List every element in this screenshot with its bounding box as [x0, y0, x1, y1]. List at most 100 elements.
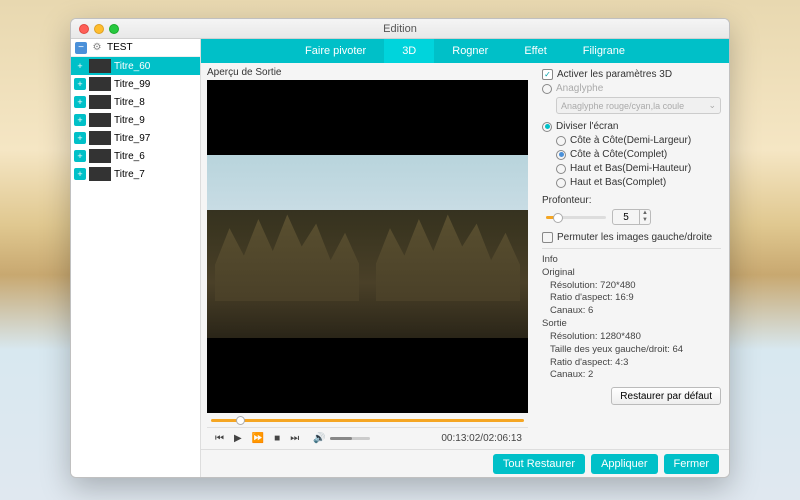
next-icon[interactable]: ⏭: [288, 433, 301, 444]
close-window-icon[interactable]: [79, 24, 89, 34]
volume-icon[interactable]: 🔊: [313, 433, 325, 444]
zoom-window-icon[interactable]: [109, 24, 119, 34]
stepper-up-icon[interactable]: ▲: [640, 210, 650, 217]
sidebar-item-titre-7[interactable]: + Titre_7: [71, 165, 200, 183]
tab-3d[interactable]: 3D: [384, 39, 434, 63]
sidebar-item-titre-9[interactable]: + Titre_9: [71, 111, 200, 129]
sidebar-list: + Titre_60 + Titre_99 + Titre_8 +: [71, 57, 200, 477]
sidebar-item-label: Titre_9: [114, 115, 145, 126]
anaglyph-label: Anaglyphe: [556, 83, 603, 94]
time-display: 00:13:02/02:06:13: [441, 433, 522, 444]
sidebar-item-titre-97[interactable]: + Titre_97: [71, 129, 200, 147]
sidebar-item-label: Titre_8: [114, 97, 145, 108]
thumbnail-icon: [89, 131, 111, 145]
thumbnail-icon: [89, 59, 111, 73]
sidebar-item-titre-8[interactable]: + Titre_8: [71, 93, 200, 111]
info-header: Info: [542, 254, 721, 267]
volume-slider[interactable]: [330, 437, 370, 440]
settings-pane: ✓ Activer les paramètres 3D Anaglyphe An…: [534, 63, 729, 449]
preview-pane: Aperçu de Sortie ⏮ ▶ ⏩ ■: [201, 63, 534, 449]
output-aspect: Ratio d'aspect: 4:3: [542, 357, 721, 370]
tb-half-radio[interactable]: [556, 164, 566, 174]
playhead-slider[interactable]: [207, 413, 528, 427]
original-header: Original: [542, 267, 721, 280]
plus-icon[interactable]: +: [74, 114, 86, 126]
output-resolution: Résolution: 1280*480: [542, 331, 721, 344]
plus-icon[interactable]: +: [74, 96, 86, 108]
edition-window: Edition − ⚙ TEST + Titre_60 + Titre_99: [70, 18, 730, 478]
tab-watermark[interactable]: Filigrane: [565, 39, 643, 63]
restore-default-button[interactable]: Restaurer par défaut: [611, 387, 721, 405]
sidebar: − ⚙ TEST + Titre_60 + Titre_99 +: [71, 39, 201, 477]
tab-rotate[interactable]: Faire pivoter: [287, 39, 384, 63]
plus-icon[interactable]: +: [74, 168, 86, 180]
restore-all-button[interactable]: Tout Restaurer: [493, 454, 585, 474]
sidebar-item-label: Titre_60: [114, 61, 150, 72]
sidebar-header-label: TEST: [107, 42, 133, 53]
depth-label: Profonteur:: [542, 195, 721, 206]
tb-full-label: Haut et Bas(Complet): [570, 177, 666, 188]
sidebar-item-label: Titre_6: [114, 151, 145, 162]
output-channels: Canaux: 2: [542, 369, 721, 382]
swap-lr-label: Permuter les images gauche/droite: [557, 232, 712, 243]
gear-icon[interactable]: ⚙: [91, 42, 103, 54]
thumbnail-icon: [89, 167, 111, 181]
window-title: Edition: [383, 23, 417, 35]
fastfwd-icon[interactable]: ⏩: [250, 433, 266, 444]
collapse-icon[interactable]: −: [75, 42, 87, 54]
enable-3d-label: Activer les paramètres 3D: [557, 69, 672, 80]
depth-stepper[interactable]: ▲ ▼: [612, 209, 651, 225]
video-left-eye: [207, 155, 368, 338]
original-aspect: Ratio d'aspect: 16:9: [542, 292, 721, 305]
sidebar-item-titre-6[interactable]: + Titre_6: [71, 147, 200, 165]
chevron-down-icon: ⌄: [708, 100, 716, 111]
stepper-down-icon[interactable]: ▼: [640, 217, 650, 224]
apply-button[interactable]: Appliquer: [591, 454, 657, 474]
anaglyph-dropdown-value: Anaglyphe rouge/cyan,la coule: [561, 101, 684, 111]
prev-icon[interactable]: ⏮: [213, 433, 226, 444]
sidebar-item-titre-99[interactable]: + Titre_99: [71, 75, 200, 93]
plus-icon[interactable]: +: [74, 78, 86, 90]
sidebar-item-label: Titre_97: [114, 133, 150, 144]
stop-icon[interactable]: ■: [272, 433, 282, 444]
tb-full-radio[interactable]: [556, 178, 566, 188]
minimize-window-icon[interactable]: [94, 24, 104, 34]
tab-crop[interactable]: Rogner: [434, 39, 506, 63]
thumbnail-icon: [89, 149, 111, 163]
thumbnail-icon: [89, 95, 111, 109]
original-channels: Canaux: 6: [542, 305, 721, 318]
thumbnail-icon: [89, 77, 111, 91]
original-resolution: Résolution: 720*480: [542, 280, 721, 293]
thumbnail-icon: [89, 113, 111, 127]
depth-slider[interactable]: [546, 216, 606, 219]
output-header: Sortie: [542, 318, 721, 331]
tab-effect[interactable]: Effet: [506, 39, 564, 63]
sbs-full-label: Côte à Côte(Complet): [570, 149, 667, 160]
tb-half-label: Haut et Bas(Demi-Hauteur): [570, 163, 691, 174]
preview-label: Aperçu de Sortie: [207, 67, 528, 78]
anaglyph-radio[interactable]: [542, 84, 552, 94]
sbs-half-radio[interactable]: [556, 136, 566, 146]
anaglyph-dropdown[interactable]: Anaglyphe rouge/cyan,la coule ⌄: [556, 97, 721, 114]
plus-icon[interactable]: +: [74, 60, 86, 72]
sidebar-header: − ⚙ TEST: [71, 39, 200, 57]
swap-lr-checkbox[interactable]: [542, 232, 553, 243]
play-icon[interactable]: ▶: [232, 433, 244, 444]
split-screen-radio[interactable]: [542, 122, 552, 132]
sidebar-item-label: Titre_7: [114, 169, 145, 180]
video-preview: [207, 80, 528, 413]
sbs-half-label: Côte à Côte(Demi-Largeur): [570, 135, 691, 146]
output-eye-size: Taille des yeux gauche/droit: 64: [542, 344, 721, 357]
enable-3d-checkbox[interactable]: ✓: [542, 69, 553, 80]
playback-controls: ⏮ ▶ ⏩ ■ ⏭ 🔊 00:13:02/02:06:13: [207, 427, 528, 449]
window-controls: [79, 24, 119, 34]
video-right-eye: [368, 155, 529, 338]
plus-icon[interactable]: +: [74, 150, 86, 162]
footer: Tout Restaurer Appliquer Fermer: [201, 449, 729, 477]
tab-bar: Faire pivoter 3D Rogner Effet Filigrane: [201, 39, 729, 63]
depth-input[interactable]: [613, 212, 639, 223]
close-button[interactable]: Fermer: [664, 454, 719, 474]
plus-icon[interactable]: +: [74, 132, 86, 144]
sbs-full-radio[interactable]: [556, 150, 566, 160]
sidebar-item-titre-60[interactable]: + Titre_60: [71, 57, 200, 75]
